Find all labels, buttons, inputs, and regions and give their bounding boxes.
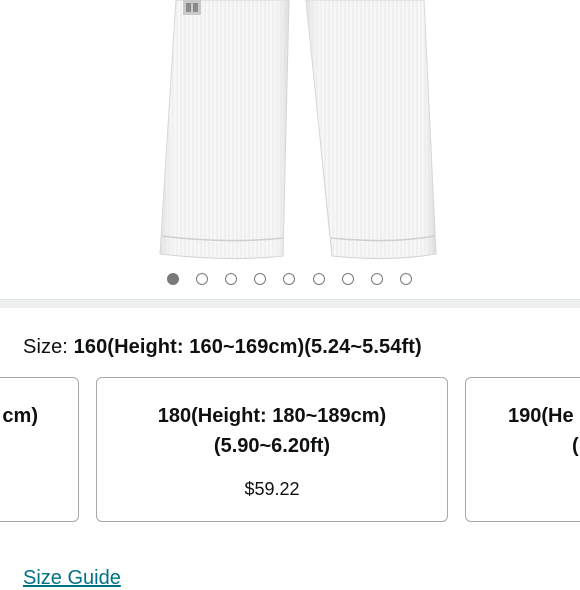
carousel-dot[interactable] xyxy=(225,273,237,285)
size-option-190[interactable]: 190(He ( xyxy=(465,377,580,522)
section-divider xyxy=(0,299,580,308)
carousel-dot[interactable] xyxy=(167,273,179,285)
image-carousel-indicator[interactable] xyxy=(0,270,580,290)
carousel-dot[interactable] xyxy=(371,273,383,285)
selected-size-value: 160(Height: 160~169cm)(5.24~5.54ft) xyxy=(73,336,422,358)
size-option-180[interactable]: 180(Height: 180~189cm) (5.90~6.20ft) $59… xyxy=(96,377,448,522)
size-guide-link[interactable]: Size Guide xyxy=(23,567,121,590)
size-option-name-line2: (5.90~6.20ft) xyxy=(213,435,331,457)
size-option-name-line1: 180(Height: 180~189cm) xyxy=(157,405,387,427)
carousel-dot[interactable] xyxy=(400,273,412,285)
size-label: Size: xyxy=(23,336,68,358)
carousel-dot[interactable] xyxy=(313,273,325,285)
size-option-name: 190(He ( xyxy=(466,401,580,461)
carousel-dot[interactable] xyxy=(254,273,266,285)
size-option-170[interactable]: cm) xyxy=(0,377,79,522)
size-option-name: 180(Height: 180~189cm) (5.90~6.20ft) xyxy=(97,401,447,461)
size-option-name: cm) xyxy=(2,405,38,427)
carousel-dot[interactable] xyxy=(196,273,208,285)
carousel-dot[interactable] xyxy=(342,273,354,285)
size-option-name-line1: 190(He xyxy=(508,405,574,427)
selected-size-line: Size: 160(Height: 160~169cm)(5.24~5.54ft… xyxy=(23,336,422,359)
pants-illustration xyxy=(159,0,437,260)
size-option-price: $59.22 xyxy=(244,479,300,499)
carousel-dot[interactable] xyxy=(283,273,295,285)
product-image[interactable] xyxy=(0,0,580,262)
size-option-name-line2: ( xyxy=(572,435,579,457)
brand-logo xyxy=(183,0,201,15)
